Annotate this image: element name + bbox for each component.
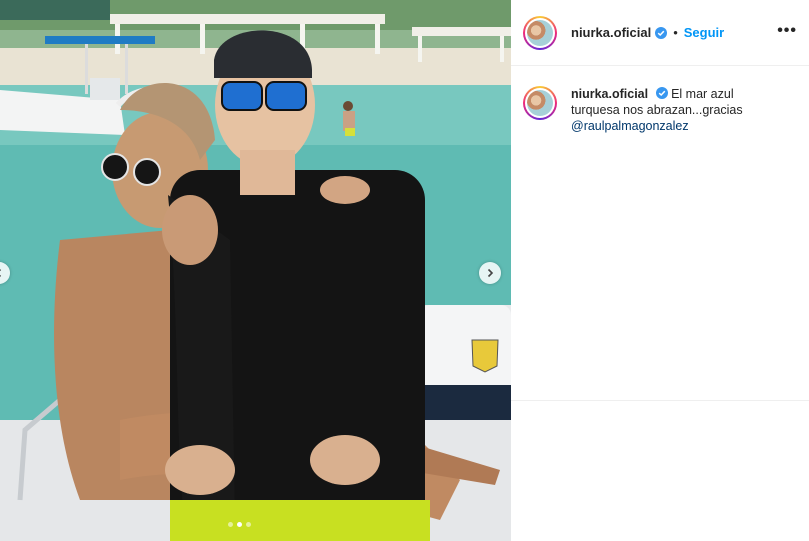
caption-avatar[interactable] bbox=[523, 86, 557, 120]
header-separator: • bbox=[673, 25, 678, 40]
post-side-panel: niurka.oficial • Seguir ••• niurka.ofici… bbox=[511, 0, 809, 541]
photo-scene bbox=[0, 0, 511, 541]
header-username[interactable]: niurka.oficial bbox=[571, 25, 651, 40]
verified-badge-icon bbox=[655, 87, 668, 99]
next-photo-button[interactable] bbox=[479, 262, 501, 284]
caption: niurka.oficial El mar azul turquesa nos … bbox=[511, 66, 809, 134]
caption-mention-link[interactable]: @raulpalmagonzalez bbox=[571, 119, 689, 133]
chevron-right-icon bbox=[487, 268, 494, 278]
more-options-icon[interactable]: ••• bbox=[777, 23, 797, 39]
avatar-image bbox=[527, 90, 553, 116]
carousel-dot bbox=[246, 522, 251, 527]
avatar-image bbox=[527, 19, 553, 46]
carousel-dot-active bbox=[237, 522, 242, 527]
carousel-indicator bbox=[228, 522, 251, 527]
divider bbox=[511, 400, 809, 401]
avatar[interactable] bbox=[523, 15, 557, 50]
caption-username[interactable]: niurka.oficial bbox=[571, 87, 648, 101]
chevron-left-icon bbox=[0, 269, 2, 277]
carousel-dot bbox=[228, 522, 233, 527]
post-photo[interactable] bbox=[0, 0, 511, 541]
caption-text: niurka.oficial El mar azul turquesa nos … bbox=[571, 86, 771, 134]
verified-badge-icon bbox=[655, 26, 668, 39]
follow-button[interactable]: Seguir bbox=[684, 25, 724, 40]
post-header: niurka.oficial • Seguir ••• bbox=[511, 0, 809, 66]
